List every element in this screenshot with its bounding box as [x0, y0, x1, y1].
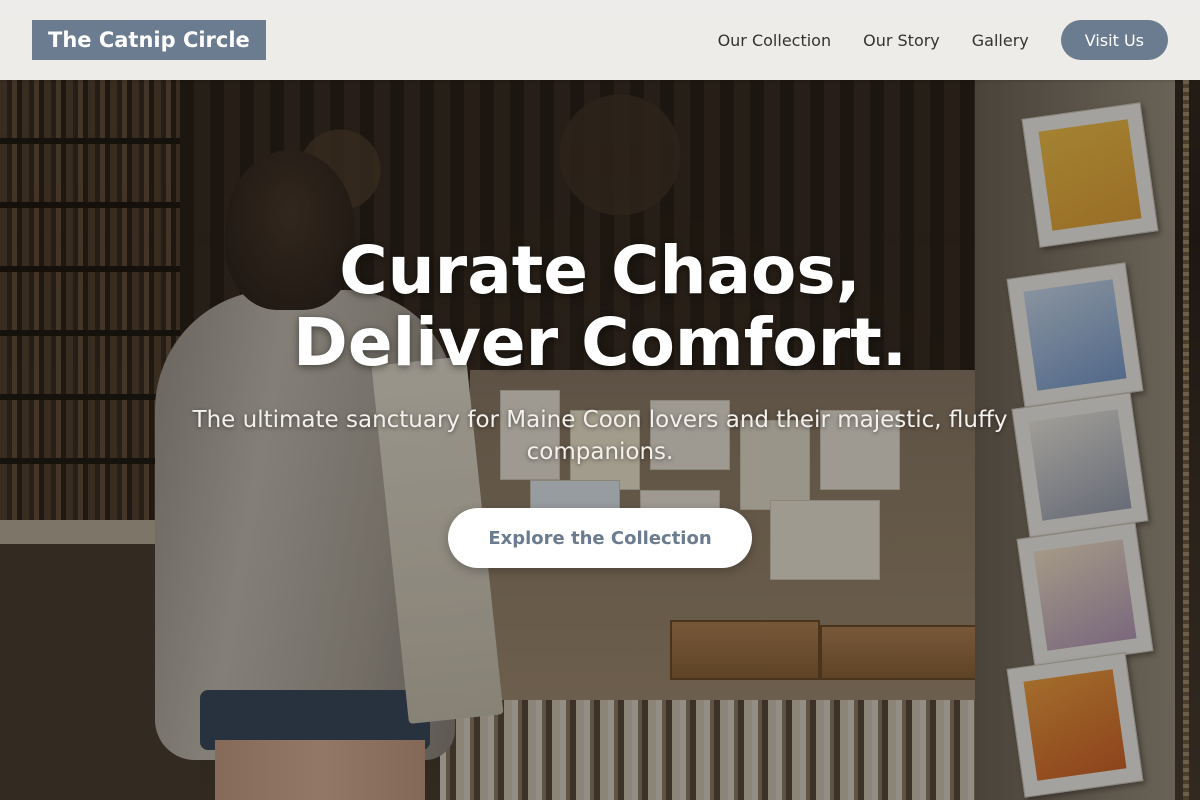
- site-header: The Catnip Circle Our Collection Our Sto…: [0, 0, 1200, 80]
- explore-collection-button[interactable]: Explore the Collection: [448, 508, 752, 568]
- brand-logo[interactable]: The Catnip Circle: [32, 20, 266, 60]
- visit-us-button[interactable]: Visit Us: [1060, 20, 1168, 60]
- hero-title-line-1: Curate Chaos,: [339, 232, 861, 309]
- hero-title-line-2: Deliver Comfort.: [293, 304, 907, 381]
- main-nav: Our Collection Our Story Gallery Visit U…: [718, 20, 1168, 60]
- nav-link-gallery[interactable]: Gallery: [972, 31, 1029, 50]
- hero-subtitle: The ultimate sanctuary for Maine Coon lo…: [192, 407, 1008, 465]
- hero-title: Curate Chaos, Deliver Comfort.: [293, 235, 907, 379]
- nav-link-our-story[interactable]: Our Story: [863, 31, 940, 50]
- hero-section: Curate Chaos, Deliver Comfort. The ultim…: [0, 80, 1200, 800]
- nav-link-our-collection[interactable]: Our Collection: [718, 31, 832, 50]
